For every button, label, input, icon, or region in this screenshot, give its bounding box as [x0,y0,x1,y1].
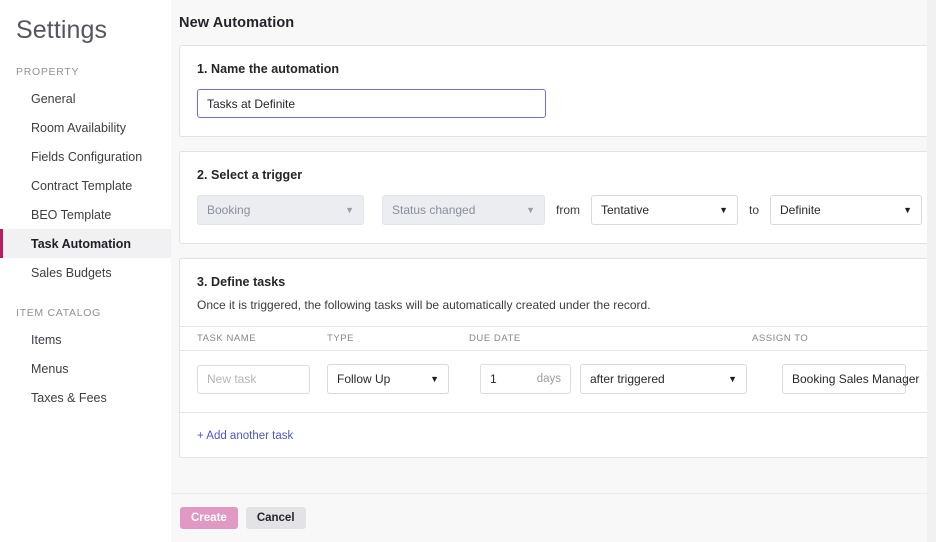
page-title: New Automation [179,15,295,31]
chevron-down-icon: ▼ [903,204,913,215]
column-header-task-name: TASK NAME [197,333,257,344]
trigger-from-status-value: Tentative [601,203,650,217]
action-bar: Create Cancel [171,493,936,542]
trigger-row: Booking ▼ Status changed ▼ from Tentativ… [197,195,936,225]
due-date-when-select[interactable]: after triggered ▼ [580,364,747,394]
trigger-record-type-value: Booking [207,203,251,217]
vertical-scrollbar[interactable] [927,0,936,542]
chevron-down-icon: ▼ [345,204,354,215]
settings-page: Settings PROPERTY General Room Availabil… [0,0,936,542]
sidebar-title: Settings [16,16,108,44]
due-date-number-input[interactable]: 1 days [480,364,571,394]
to-label: to [749,203,760,217]
chevron-down-icon: ▼ [526,204,535,215]
chevron-down-icon: ▼ [430,373,439,384]
sidebar: Settings PROPERTY General Room Availabil… [0,0,171,542]
tasks-table-header: TASK NAME TYPE DUE DATE ASSIGN TO [180,326,936,351]
nav-group-label-item-catalog: ITEM CATALOG [16,307,102,319]
task-type-value: Follow Up [337,372,391,386]
chevron-down-icon: ▼ [728,373,737,384]
sidebar-item-fields-configuration[interactable]: Fields Configuration [0,142,171,171]
tasks-card-footer: + Add another task [180,412,936,457]
column-header-type: TYPE [327,333,355,344]
chevron-down-icon: ▼ [719,204,728,215]
sidebar-item-room-availability[interactable]: Room Availability [0,113,171,142]
nav-group-label-property: PROPERTY [16,66,80,78]
step3-heading: 3. Define tasks [197,275,286,289]
trigger-event-value: Status changed [392,203,476,217]
automation-name-input[interactable] [197,89,546,118]
trigger-record-type-select[interactable]: Booking ▼ [197,195,364,225]
sidebar-item-label: Sales Budgets [31,266,112,280]
create-button[interactable]: Create [180,507,238,529]
sidebar-item-general[interactable]: General [0,84,171,113]
table-row: Follow Up ▼ 1 days after triggered ▼ Boo… [180,351,936,412]
cancel-button[interactable]: Cancel [245,507,306,529]
trigger-from-status-select[interactable]: Tentative ▼ [591,195,738,225]
sidebar-item-taxes-fees[interactable]: Taxes & Fees [0,383,171,412]
column-header-assign-to: ASSIGN TO [752,333,809,344]
trigger-to-status-value: Definite [780,203,821,217]
sidebar-item-label: BEO Template [31,208,112,222]
card-define-tasks: 3. Define tasks Once it is triggered, th… [179,258,936,458]
sidebar-item-label: Menus [31,362,69,376]
main-content: New Automation 1. Name the automation 2.… [171,0,936,542]
task-type-select[interactable]: Follow Up ▼ [327,364,449,394]
due-date-units-label: days [536,373,561,385]
sidebar-item-label: Room Availability [31,121,126,135]
sidebar-item-sales-budgets[interactable]: Sales Budgets [0,258,171,287]
card-name-automation: 1. Name the automation [179,45,936,137]
add-another-task-link[interactable]: + Add another task [197,430,293,442]
due-date-number-value: 1 [490,372,497,386]
sidebar-item-label: Taxes & Fees [31,391,107,405]
assign-to-select[interactable]: Booking Sales Manager ▼ [782,364,936,394]
sidebar-item-label: Fields Configuration [31,150,143,164]
step2-heading: 2. Select a trigger [197,168,303,182]
sidebar-item-contract-template[interactable]: Contract Template [0,171,171,200]
card-select-trigger: 2. Select a trigger Booking ▼ Status cha… [179,151,936,244]
due-date-when-value: after triggered [590,372,665,386]
sidebar-item-menus[interactable]: Menus [0,354,171,383]
sidebar-item-beo-template[interactable]: BEO Template [0,200,171,229]
due-date-group: 1 days after triggered ▼ [480,364,747,394]
sidebar-item-label: General [31,92,76,106]
step1-heading: 1. Name the automation [197,62,340,76]
assign-to-value: Booking Sales Manager [792,372,920,386]
trigger-to-status-select[interactable]: Definite ▼ [770,195,923,225]
step3-description: Once it is triggered, the following task… [197,298,651,312]
from-label: from [556,203,580,217]
sidebar-item-label: Contract Template [31,179,133,193]
trigger-event-select[interactable]: Status changed ▼ [382,195,545,225]
sidebar-item-label: Task Automation [31,237,132,251]
sidebar-item-items[interactable]: Items [0,325,171,354]
task-name-input[interactable] [197,364,310,394]
sidebar-item-task-automation[interactable]: Task Automation [0,229,171,258]
column-header-due-date: DUE DATE [469,333,521,344]
sidebar-item-label: Items [31,333,62,347]
